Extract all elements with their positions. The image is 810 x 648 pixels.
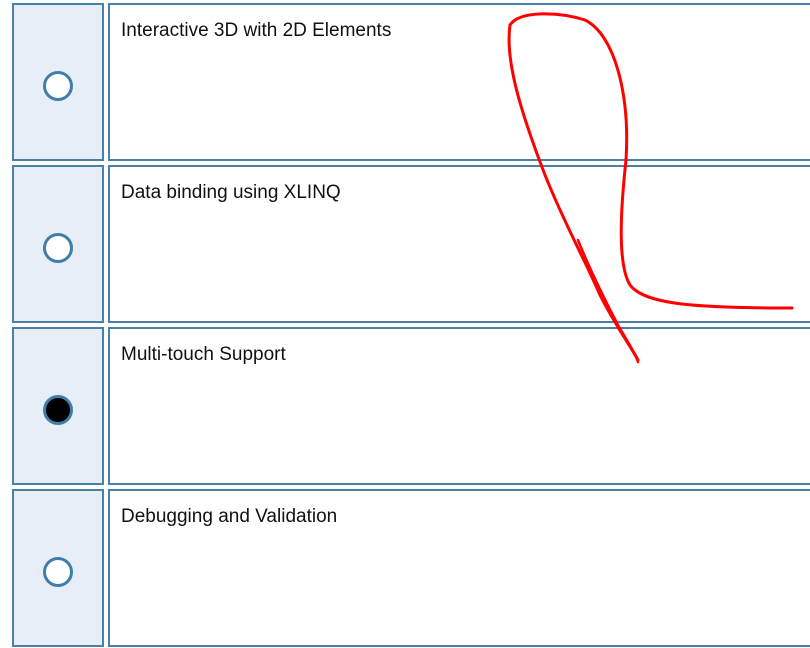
option-list: Interactive 3D with 2D Elements Data bin…: [12, 3, 810, 648]
option-row-debugging: Debugging and Validation: [12, 489, 810, 647]
option-label-cell[interactable]: Data binding using XLINQ: [108, 165, 810, 323]
radio-cell: [12, 327, 104, 485]
option-label: Multi-touch Support: [121, 344, 286, 365]
radio-cell: [12, 489, 104, 647]
option-label-cell[interactable]: Debugging and Validation: [108, 489, 810, 647]
option-radio-debugging[interactable]: [43, 557, 73, 587]
option-radio-data-binding[interactable]: [43, 233, 73, 263]
option-label: Data binding using XLINQ: [121, 182, 341, 203]
radio-cell: [12, 3, 104, 161]
option-label: Debugging and Validation: [121, 506, 338, 527]
option-radio-interactive-3d[interactable]: [43, 71, 73, 101]
option-row-interactive-3d: Interactive 3D with 2D Elements: [12, 3, 810, 161]
option-row-data-binding: Data binding using XLINQ: [12, 165, 810, 323]
option-label-cell[interactable]: Multi-touch Support: [108, 327, 810, 485]
radio-cell: [12, 165, 104, 323]
option-label: Interactive 3D with 2D Elements: [121, 20, 392, 41]
quiz-options-screen: Interactive 3D with 2D Elements Data bin…: [0, 0, 810, 648]
option-label-cell[interactable]: Interactive 3D with 2D Elements: [108, 3, 810, 161]
option-radio-multi-touch[interactable]: [43, 395, 73, 425]
option-row-multi-touch: Multi-touch Support: [12, 327, 810, 485]
